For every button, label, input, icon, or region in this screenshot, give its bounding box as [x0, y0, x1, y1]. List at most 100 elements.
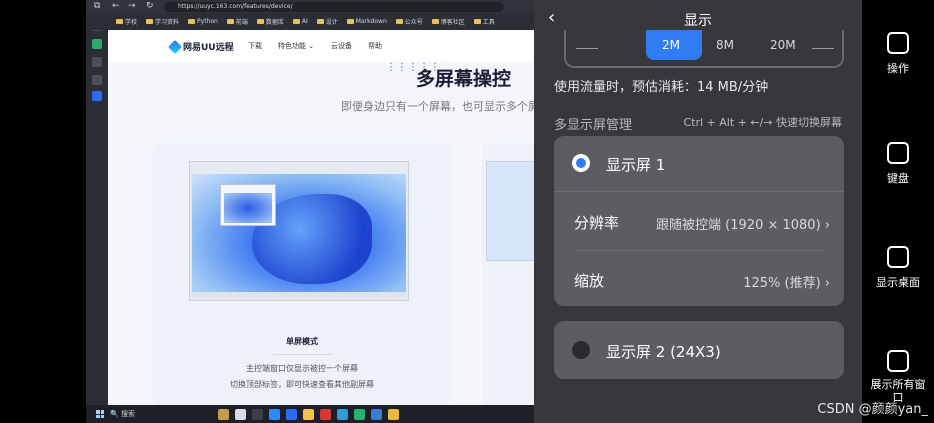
bookmark-item[interactable]: 前端 [226, 17, 248, 26]
nested-wallpaper [224, 193, 272, 223]
address-bar[interactable]: https://uuyc.163.com/features/device/ [164, 2, 504, 12]
folder-icon [292, 19, 300, 24]
tab-icon[interactable] [92, 75, 102, 85]
app-icon[interactable] [286, 408, 297, 420]
card-title: 单屏模式 [286, 337, 318, 346]
app-icon[interactable] [354, 408, 365, 420]
zoom-value[interactable]: 125% (推荐) › [743, 272, 830, 291]
tool-operate[interactable]: 操作 [862, 32, 934, 76]
display-1-card[interactable]: 显示屏 1 分辨率 跟随被控端 (1920 × 1080) › 缩放 125% … [554, 136, 844, 306]
hero-title: 多屏幕操控 [416, 68, 512, 90]
forward-arrow-icon[interactable]: → [128, 1, 136, 12]
bookmark-label: AI [301, 18, 308, 25]
nested-window [220, 184, 276, 226]
quality-dash [812, 48, 834, 49]
bookmark-item[interactable]: 设计 [316, 17, 338, 26]
folder-icon [316, 19, 324, 24]
divider [574, 250, 824, 251]
right-toolbar: 操作 键盘 显示桌面 展示所有窗口 [862, 0, 934, 423]
back-arrow-icon[interactable]: ← [112, 1, 120, 12]
app-icon[interactable] [235, 408, 246, 420]
bookmark-item[interactable]: 学习资料 [146, 17, 179, 26]
screen-preview [189, 161, 409, 301]
folder-icon [226, 19, 234, 24]
quality-selector[interactable]: 2M 8M 20M [564, 30, 844, 68]
app-icon[interactable] [320, 408, 331, 420]
tab-icon-active[interactable] [92, 91, 102, 101]
browser-toolbar: ⧉ ← → ↻ https://uuyc.163.com/features/de… [86, 0, 534, 13]
nav-link[interactable]: 下载 [248, 41, 262, 51]
app-icon[interactable] [337, 408, 348, 420]
bookmark-label: 工具 [482, 19, 495, 26]
taskbar-search[interactable]: 🔍 搜索 [110, 409, 200, 419]
bookmark-label: 设计 [325, 19, 338, 26]
bookmark-item[interactable]: Python [188, 18, 218, 25]
site-logo[interactable]: 网易UU远程 [167, 39, 234, 54]
refresh-icon[interactable]: ↻ [146, 1, 154, 12]
site-header: 网易UU远程 下载 特色功能 ⌄ 云设备 帮助 [108, 30, 534, 62]
nav-link[interactable]: 帮助 [368, 41, 382, 51]
bookmark-item[interactable]: 博客社区 [431, 17, 465, 26]
tab-icon[interactable] [92, 57, 102, 67]
folder-icon [431, 19, 439, 24]
browser-menu-icon[interactable]: ⧉ [94, 1, 100, 12]
tool-keyboard[interactable]: 键盘 [862, 142, 934, 186]
vertical-tabs [86, 13, 108, 405]
wallpaper-image [192, 174, 406, 298]
quality-dash [576, 48, 598, 49]
radio-unselected-icon[interactable] [572, 341, 590, 359]
bookmark-item[interactable]: 学校 [116, 17, 137, 26]
app-icon[interactable] [371, 408, 382, 420]
bookmark-label: 数据库 [265, 19, 284, 26]
resolution-value[interactable]: 跟随被控端 (1920 × 1080) › [656, 214, 830, 233]
nav-link[interactable]: 云设备 [331, 41, 352, 51]
nav-link[interactable]: 特色功能 ⌄ [278, 41, 314, 51]
section-label: 多显示屏管理 [554, 118, 633, 133]
quality-option[interactable]: 8M [716, 38, 734, 52]
windows-taskbar: 🔍 搜索 [86, 405, 534, 423]
quality-option[interactable]: 20M [770, 38, 796, 52]
bookmark-item[interactable]: Markdown [346, 18, 387, 25]
app-icon[interactable] [252, 408, 263, 420]
folder-icon [256, 19, 264, 24]
bookmark-item[interactable]: AI [292, 18, 308, 25]
remote-desktop-view[interactable]: ⧉ ← → ↻ https://uuyc.163.com/features/de… [86, 0, 534, 423]
screen-preview [486, 161, 534, 261]
zoom-text: 125% (推荐) [743, 276, 821, 291]
bookmark-item[interactable]: 数据库 [256, 17, 284, 26]
radio-selected-icon[interactable] [572, 154, 590, 172]
display-2-card[interactable]: 显示屏 2 (24X3) [554, 321, 844, 379]
bookmark-item[interactable]: 公众号 [395, 17, 423, 26]
windows-grid-icon [887, 350, 909, 372]
chevron-right-icon: › [824, 218, 830, 233]
windows-start-icon[interactable] [96, 410, 104, 418]
folder-icon [116, 19, 123, 24]
card-desc: 切换顶部标签，即可快速查看其他副屏幕 [230, 380, 374, 389]
tab-icon[interactable] [92, 39, 102, 49]
feature-card-multi [482, 143, 534, 405]
app-icon[interactable] [218, 408, 229, 420]
preview-taskbar [192, 292, 406, 298]
bookmark-label: 学校 [125, 19, 138, 26]
app-icon[interactable] [388, 408, 399, 420]
folder-icon [473, 19, 481, 24]
chevron-right-icon: › [824, 276, 830, 291]
tool-label: 键盘 [887, 172, 909, 185]
folder-icon [395, 19, 403, 24]
bookmark-item[interactable]: 工具 [473, 17, 495, 26]
bookmark-label: 公众号 [404, 19, 423, 26]
app-icon[interactable] [303, 408, 314, 420]
display-label: 显示屏 1 [606, 156, 666, 174]
tool-show-desktop[interactable]: 显示桌面 [862, 246, 934, 290]
shortcut-hint: Ctrl + Alt + ←/→ 快速切换屏幕 [683, 116, 842, 129]
quality-option[interactable]: 2M [662, 38, 680, 52]
bookmark-label: Python [197, 18, 218, 25]
panel-title: 显示 [684, 13, 712, 29]
display-settings-panel: ‹ 显示 2M 8M 20M 使用流量时，预估消耗：14 MB/分钟 多显示屏管… [534, 0, 862, 423]
hero-subtitle: 即便身边只有一个屏幕，也可显示多个屏幕内容 [341, 100, 534, 113]
watermark: CSDN @颜颜yan_ [817, 402, 928, 417]
desktop-icon [887, 246, 909, 268]
keyboard-icon [887, 142, 909, 164]
app-icon[interactable] [269, 408, 280, 420]
tool-show-windows[interactable]: 展示所有窗口 [862, 350, 934, 404]
